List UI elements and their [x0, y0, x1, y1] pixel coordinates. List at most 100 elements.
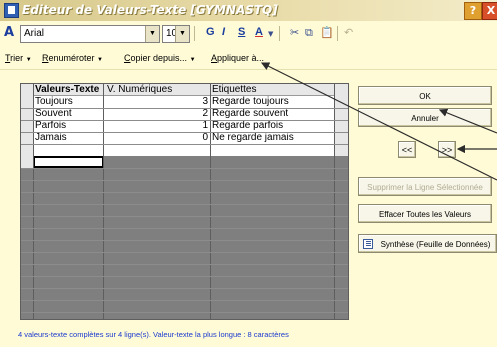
font-name-value: Arial [24, 28, 45, 39]
cell-label[interactable]: Regarde souvent [211, 108, 334, 120]
chevron-down-icon: ▼ [189, 57, 196, 63]
copy-icon[interactable]: ⧉ [305, 26, 313, 40]
window-title: Editeur de Valeurs-Texte [GYMNASTQ] [22, 3, 278, 17]
undo-icon[interactable]: ↶ [344, 26, 353, 39]
cell-text-value[interactable]: Parfois [33, 120, 103, 132]
grid-line [21, 252, 348, 253]
toolbar-separator [337, 26, 338, 41]
italic-button[interactable]: I [222, 26, 225, 38]
chevron-down-icon[interactable]: ▼ [268, 30, 273, 38]
sort-menu[interactable]: Trier ▼ [5, 53, 32, 63]
grid-line [21, 216, 348, 217]
cancel-button[interactable]: Annuler [358, 108, 492, 127]
row-selector[interactable] [21, 156, 33, 168]
row-filler [334, 132, 348, 144]
help-button[interactable]: ? [464, 2, 482, 20]
grid-line [21, 192, 348, 193]
cell-numeric-value [104, 156, 210, 168]
cell-text-value[interactable]: Jamais [33, 132, 103, 144]
copy-from-menu[interactable]: Copier depuis... ▼ [124, 53, 196, 63]
paste-icon[interactable]: 📋 [320, 26, 334, 39]
row-filler [334, 144, 348, 156]
chevron-down-icon: ▼ [97, 57, 103, 63]
cell-label[interactable]: Ne regarde jamais [211, 132, 334, 144]
grid-line [21, 168, 348, 169]
grid-line [21, 180, 348, 181]
table-row[interactable]: Toujours 3 Regarde toujours [21, 96, 348, 108]
grid-line [21, 204, 348, 205]
values-table[interactable]: Valeurs-Texte V. Numériques Etiquettes T… [20, 83, 349, 320]
text-color-button[interactable]: A [255, 26, 263, 38]
toolbar-separator [194, 26, 195, 41]
bold-button[interactable]: G [206, 26, 215, 38]
renumber-menu[interactable]: Renuméroter ▼ [42, 53, 103, 63]
grid-line [21, 228, 348, 229]
delete-row-button[interactable]: Supprimer la Ligne Sélectionnée [358, 177, 492, 196]
cell-label [211, 156, 334, 168]
ok-button[interactable]: OK [358, 86, 492, 105]
cell-numeric-value[interactable]: 0 [104, 132, 210, 144]
title-bar: Editeur de Valeurs-Texte [GYMNASTQ] ? X [0, 0, 497, 21]
table-header: Valeurs-Texte V. Numériques Etiquettes [21, 84, 348, 97]
row-selector[interactable] [21, 108, 33, 120]
cell-numeric-value[interactable] [104, 144, 210, 156]
row-filler [334, 120, 348, 132]
synthesis-button-label: Synthèse (Feuille de Données) [380, 240, 491, 249]
cut-icon[interactable]: ✂ [290, 26, 299, 39]
grid-line [21, 144, 348, 145]
font-name-select[interactable]: Arial ▼ [20, 25, 160, 43]
apply-to-button[interactable]: Appliquer à... [211, 53, 264, 63]
format-toolbar: A Arial ▼ 10 ▼ G I S A ▼ ✂ ⧉ 📋 ↶ [0, 21, 497, 47]
sort-menu-label: rier [10, 53, 24, 63]
grid-line [21, 240, 348, 241]
grid-line [21, 264, 348, 265]
cell-numeric-value[interactable]: 1 [104, 120, 210, 132]
action-toolbar: Trier ▼ Renuméroter ▼ Copier depuis... ▼… [0, 47, 497, 70]
underline-button[interactable]: S [238, 26, 245, 38]
chevron-down-icon[interactable]: ▼ [145, 26, 159, 42]
clear-all-button[interactable]: Effacer Toutes les Valeurs [358, 204, 492, 223]
row-filler [334, 156, 348, 168]
row-filler [334, 96, 348, 108]
chevron-down-icon[interactable]: ▼ [175, 26, 189, 42]
copy-from-menu-label: opier depuis... [130, 53, 188, 63]
apply-to-label: ppliquer à... [217, 53, 265, 63]
column-header-numeric-values[interactable]: V. Numériques [104, 84, 210, 96]
row-selector[interactable] [21, 120, 33, 132]
table-row[interactable]: Parfois 1 Regarde parfois [21, 120, 348, 132]
cell-text-value[interactable] [33, 144, 103, 156]
column-header-text-values[interactable]: Valeurs-Texte [33, 84, 103, 96]
row-selector[interactable] [21, 132, 33, 144]
cell-label[interactable]: Regarde parfois [211, 120, 334, 132]
row-filler [334, 108, 348, 120]
cell-label[interactable]: Regarde toujours [211, 96, 334, 108]
grid-line [21, 300, 348, 301]
editor-window: Editeur de Valeurs-Texte [GYMNASTQ] ? X … [0, 0, 497, 347]
synthesis-button[interactable]: Synthèse (Feuille de Données) [358, 234, 497, 253]
previous-button[interactable]: << [398, 141, 416, 158]
grid-line [21, 120, 348, 121]
close-button[interactable]: X [482, 2, 497, 20]
table-row[interactable]: Jamais 0 Ne regarde jamais [21, 132, 348, 144]
cell-numeric-value[interactable]: 3 [104, 96, 210, 108]
grid-line [21, 312, 348, 313]
app-icon [4, 3, 19, 18]
cell-label[interactable] [211, 144, 334, 156]
font-size-select[interactable]: 10 ▼ [162, 25, 190, 43]
next-button[interactable]: >> [438, 141, 456, 158]
row-selector[interactable] [21, 96, 33, 108]
row-selector[interactable] [21, 144, 33, 156]
column-header-labels[interactable]: Etiquettes [211, 84, 334, 96]
grid-line [21, 108, 348, 109]
table-row[interactable]: Souvent 2 Regarde souvent [21, 108, 348, 120]
chevron-down-icon: ▼ [25, 57, 32, 63]
active-cell[interactable] [33, 156, 104, 168]
cell-text-value[interactable]: Souvent [33, 108, 103, 120]
table-row-empty[interactable] [21, 144, 348, 156]
cell-numeric-value[interactable]: 2 [104, 108, 210, 120]
cell-text-value[interactable]: Toujours [33, 96, 103, 108]
status-text: 4 valeurs-texte complètes sur 4 ligne(s)… [18, 330, 289, 339]
font-icon: A [4, 25, 15, 40]
renumber-menu-label: enuméroter [48, 53, 95, 63]
grid-line [21, 132, 348, 133]
